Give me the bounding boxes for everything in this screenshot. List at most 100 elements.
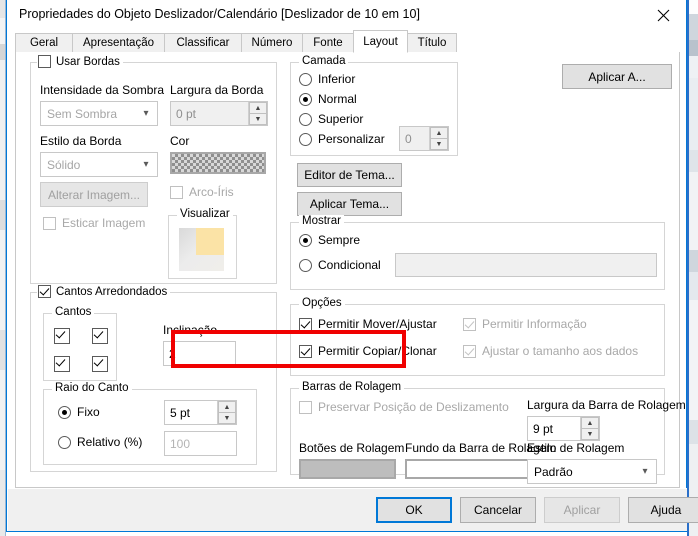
spinner-camada-personalizada[interactable]: 0 ▲ ▼ bbox=[399, 126, 449, 151]
group-cantos-arredondados: Cantos Arredondados Cantos Inclinação 2 … bbox=[30, 285, 277, 472]
input-inclinacao[interactable]: 2 bbox=[163, 341, 236, 366]
spinner-raio-fixo[interactable]: 5 pt ▲ ▼ bbox=[164, 400, 237, 425]
permitir-mover-ajustar-checkbox[interactable] bbox=[299, 317, 312, 331]
group-cantos-arredondados-legend[interactable]: Cantos Arredondados bbox=[37, 285, 171, 298]
alterar-imagem-button[interactable]: Alterar Imagem... bbox=[40, 182, 148, 207]
input-condicional[interactable] bbox=[395, 253, 657, 277]
personalizar-radio[interactable] bbox=[299, 132, 312, 146]
swatch-cor[interactable] bbox=[170, 152, 266, 174]
corner-bottom-left-checkbox[interactable] bbox=[54, 356, 70, 372]
spinner-down-icon[interactable]: ▼ bbox=[249, 114, 267, 125]
relativo-radio[interactable] bbox=[58, 435, 71, 449]
arco-iris-checkbox-row[interactable]: Arco-Íris bbox=[170, 185, 234, 199]
radio-relativo-row[interactable]: Relativo (%) bbox=[58, 435, 142, 449]
aplicar-a-button[interactable]: Aplicar A... bbox=[562, 64, 672, 89]
fixo-radio[interactable] bbox=[58, 405, 71, 419]
normal-label: Normal bbox=[318, 92, 357, 106]
tab-numero[interactable]: Número bbox=[241, 33, 303, 53]
spinner-up-icon[interactable]: ▲ bbox=[581, 417, 599, 429]
group-raio-do-canto-legend: Raio do Canto bbox=[52, 382, 132, 394]
spinner-down-icon[interactable]: ▼ bbox=[218, 413, 236, 424]
spinner-down-icon[interactable]: ▼ bbox=[430, 139, 448, 150]
combo-estilo-rolagem[interactable]: Padrão ▾ bbox=[527, 459, 657, 484]
cancel-button[interactable]: Cancelar bbox=[460, 497, 536, 523]
permitir-mover-ajustar-label: Permitir Mover/Ajustar bbox=[318, 317, 437, 331]
spinner-largura-borda[interactable]: 0 pt ▲ ▼ bbox=[170, 101, 268, 126]
fixo-label: Fixo bbox=[77, 405, 100, 419]
spinner-down-icon[interactable]: ▼ bbox=[581, 429, 599, 440]
spinner-largura-borda-buttons: ▲ ▼ bbox=[248, 102, 267, 125]
apply-button[interactable]: Aplicar bbox=[544, 497, 620, 523]
sempre-radio[interactable] bbox=[299, 233, 312, 247]
corner-top-right-checkbox[interactable] bbox=[92, 328, 108, 344]
combo-estilo-rolagem-value: Padrão bbox=[534, 464, 573, 479]
swatch-botoes-rolagem[interactable] bbox=[299, 459, 396, 479]
arco-iris-checkbox[interactable] bbox=[170, 185, 183, 199]
spinner-largura-barra-rolagem-value: 9 pt bbox=[533, 421, 554, 436]
combo-estilo-borda[interactable]: Sólido ▾ bbox=[40, 152, 158, 177]
corner-bottom-right-checkbox[interactable] bbox=[92, 356, 108, 372]
sempre-label: Sempre bbox=[318, 233, 361, 247]
preservar-posicao-deslizamento-checkbox[interactable] bbox=[299, 400, 312, 414]
radio-normal-row[interactable]: Normal bbox=[299, 92, 357, 106]
label-estilo-borda: Estilo da Borda bbox=[40, 134, 122, 148]
swatch-fundo-barra-rolagem[interactable] bbox=[405, 459, 532, 479]
spinner-up-icon[interactable]: ▲ bbox=[430, 127, 448, 139]
tab-geral[interactable]: Geral bbox=[15, 33, 73, 53]
permitir-copiar-clonar-row[interactable]: Permitir Copiar/Clonar bbox=[299, 344, 437, 358]
permitir-informacao-row[interactable]: Permitir Informação bbox=[463, 317, 587, 331]
radio-fixo-row[interactable]: Fixo bbox=[58, 405, 100, 419]
preservar-posicao-deslizamento-label: Preservar Posição de Deslizamento bbox=[318, 400, 509, 414]
permitir-copiar-clonar-label: Permitir Copiar/Clonar bbox=[318, 344, 437, 358]
spinner-up-icon[interactable]: ▲ bbox=[218, 401, 236, 413]
combo-intensidade-sombra[interactable]: Sem Sombra ▾ bbox=[40, 101, 158, 126]
permitir-informacao-checkbox[interactable] bbox=[463, 317, 476, 331]
layout-tab-panel: Usar Bordas Intensidade da Sombra Sem So… bbox=[15, 52, 686, 488]
group-barras-de-rolagem-legend: Barras de Rolagem bbox=[299, 381, 405, 393]
spinner-raio-fixo-value: 5 pt bbox=[170, 405, 191, 420]
usar-bordas-checkbox[interactable] bbox=[38, 55, 51, 68]
corner-top-left-checkbox[interactable] bbox=[54, 328, 70, 344]
group-opcoes: Opções Permitir Mover/Ajustar Permitir C… bbox=[290, 297, 665, 376]
group-raio-do-canto: Raio do Canto Fixo 5 pt ▲ ▼ Relativo (%) bbox=[43, 382, 257, 465]
tab-apresentacao[interactable]: Apresentação bbox=[72, 33, 165, 53]
normal-radio[interactable] bbox=[299, 92, 312, 106]
permitir-informacao-label: Permitir Informação bbox=[482, 317, 587, 331]
spinner-largura-barra-rolagem[interactable]: 9 pt ▲ ▼ bbox=[527, 416, 600, 441]
input-raio-relativo[interactable]: 100 bbox=[164, 431, 237, 456]
cantos-arredondados-checkbox[interactable] bbox=[38, 285, 51, 298]
spinner-camada-value: 0 bbox=[405, 131, 412, 146]
esticar-imagem-checkbox[interactable] bbox=[43, 216, 56, 230]
close-icon[interactable] bbox=[640, 0, 686, 30]
spinner-up-icon[interactable]: ▲ bbox=[249, 102, 267, 114]
tab-titulo[interactable]: Título bbox=[407, 33, 457, 53]
tab-layout[interactable]: Layout bbox=[353, 30, 408, 53]
radio-condicional-row[interactable]: Condicional bbox=[299, 258, 381, 272]
radio-superior-row[interactable]: Superior bbox=[299, 112, 363, 126]
help-button[interactable]: Ajuda bbox=[628, 497, 698, 523]
tab-classificar[interactable]: Classificar bbox=[164, 33, 242, 53]
editor-de-tema-button[interactable]: Editor de Tema... bbox=[297, 163, 402, 187]
preservar-posicao-deslizamento-row[interactable]: Preservar Posição de Deslizamento bbox=[299, 400, 509, 414]
condicional-radio[interactable] bbox=[299, 258, 312, 272]
superior-radio[interactable] bbox=[299, 112, 312, 126]
ok-button[interactable]: OK bbox=[376, 497, 452, 523]
group-usar-bordas-legend[interactable]: Usar Bordas bbox=[37, 55, 123, 68]
esticar-imagem-checkbox-row[interactable]: Esticar Imagem bbox=[43, 216, 145, 230]
tab-fonte[interactable]: Fonte bbox=[302, 33, 354, 53]
radio-personalizar-row[interactable]: Personalizar bbox=[299, 132, 385, 146]
relativo-label: Relativo (%) bbox=[77, 435, 143, 449]
inferior-radio[interactable] bbox=[299, 72, 312, 86]
radio-sempre-row[interactable]: Sempre bbox=[299, 233, 360, 247]
ajustar-tamanho-aos-dados-row[interactable]: Ajustar o tamanho aos dados bbox=[463, 344, 638, 358]
permitir-copiar-clonar-checkbox[interactable] bbox=[299, 344, 312, 358]
preview-card-shape bbox=[196, 228, 224, 255]
group-opcoes-legend: Opções bbox=[299, 297, 345, 309]
chevron-down-icon: ▾ bbox=[143, 159, 149, 170]
label-largura-barra-rolagem: Largura da Barra de Rolagem bbox=[527, 398, 686, 412]
permitir-mover-ajustar-row[interactable]: Permitir Mover/Ajustar bbox=[299, 317, 437, 331]
aplicar-tema-button[interactable]: Aplicar Tema... bbox=[297, 192, 402, 216]
radio-inferior-row[interactable]: Inferior bbox=[299, 72, 355, 86]
group-camada: Camada Inferior Normal Superior Personal… bbox=[290, 55, 458, 156]
ajustar-tamanho-aos-dados-checkbox[interactable] bbox=[463, 344, 476, 358]
